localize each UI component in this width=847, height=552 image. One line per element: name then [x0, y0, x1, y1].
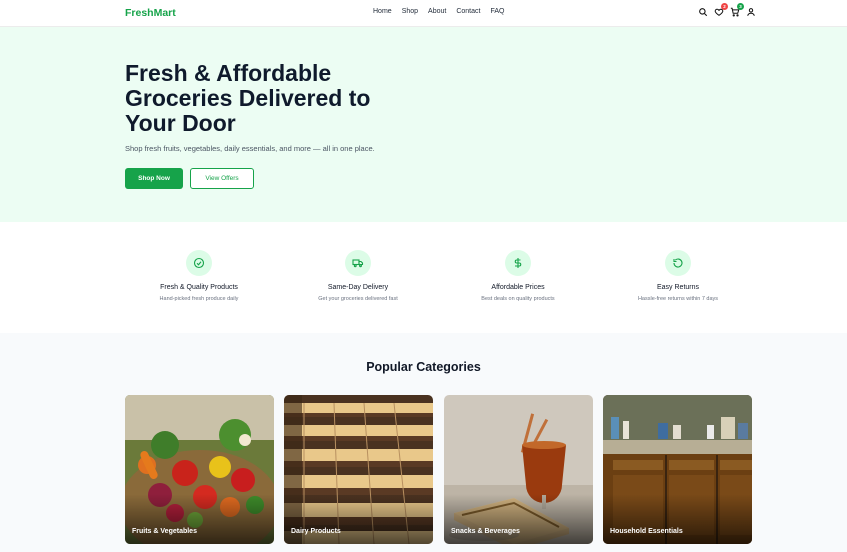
header-actions: 2 3	[698, 3, 756, 17]
main-nav: Home Shop About Contact FAQ	[373, 8, 504, 15]
category-label: Snacks & Beverages	[451, 528, 520, 535]
category-card-snacks-beverages[interactable]: Snacks & Beverages	[444, 395, 593, 544]
search-icon[interactable]	[698, 7, 708, 17]
category-label: Household Essentials	[610, 528, 683, 535]
nav-home[interactable]: Home	[373, 8, 392, 15]
categories-section: Popular Categories Fruits & Vegetables D…	[0, 333, 847, 552]
nav-about[interactable]: About	[428, 8, 446, 15]
brand-logo[interactable]: FreshMart	[125, 7, 176, 19]
category-card-fruits-vegetables[interactable]: Fruits & Vegetables	[125, 395, 274, 544]
card-overlay	[603, 494, 752, 544]
card-overlay	[284, 494, 433, 544]
card-overlay	[444, 494, 593, 544]
feature-title: Same-Day Delivery	[327, 284, 389, 291]
truck-icon	[345, 250, 371, 276]
feature-item: Fresh & Quality Products Hand-picked fre…	[129, 250, 269, 302]
dollar-icon	[505, 250, 531, 276]
cart-count-badge: 3	[737, 3, 744, 10]
feature-title: Fresh & Quality Products	[160, 284, 238, 291]
hero-subtitle: Shop fresh fruits, vegetables, daily ess…	[125, 144, 375, 153]
category-label: Fruits & Vegetables	[132, 528, 197, 535]
hero-section: Fresh & Affordable Groceries Delivered t…	[0, 27, 847, 222]
hero-title: Fresh & Affordable Groceries Delivered t…	[125, 60, 371, 136]
feature-desc: Get your groceries delivered fast	[318, 296, 398, 302]
category-card-dairy-products[interactable]: Dairy Products	[284, 395, 433, 544]
check-circle-icon	[186, 250, 212, 276]
feature-item: Easy Returns Hassle-free returns within …	[608, 250, 748, 302]
cart-icon[interactable]: 3	[730, 3, 744, 17]
category-card-household-essentials[interactable]: Household Essentials	[603, 395, 752, 544]
user-icon[interactable]	[746, 7, 756, 17]
feature-desc: Hassle-free returns within 7 days	[637, 296, 719, 302]
section-title: Popular Categories	[366, 360, 481, 374]
category-label: Dairy Products	[291, 528, 341, 535]
feature-item: Same-Day Delivery Get your groceries del…	[288, 250, 428, 302]
feature-title: Affordable Prices	[491, 284, 545, 291]
heart-icon[interactable]: 2	[714, 3, 728, 17]
nav-shop[interactable]: Shop	[402, 8, 418, 15]
feature-item: Affordable Prices Best deals on quality …	[448, 250, 588, 302]
site-header: FreshMart Home Shop About Contact FAQ 2 …	[0, 0, 847, 27]
feature-desc: Best deals on quality products	[481, 296, 555, 302]
features-section: Fresh & Quality Products Hand-picked fre…	[0, 222, 847, 333]
view-offers-button[interactable]: View Offers	[190, 168, 254, 189]
card-overlay	[125, 494, 274, 544]
refresh-icon	[665, 250, 691, 276]
wishlist-count-badge: 2	[721, 3, 728, 10]
feature-title: Easy Returns	[656, 284, 700, 291]
nav-faq[interactable]: FAQ	[490, 8, 504, 15]
nav-contact[interactable]: Contact	[456, 8, 480, 15]
feature-desc: Hand-picked fresh produce daily	[159, 296, 239, 302]
shop-now-button[interactable]: Shop Now	[125, 168, 183, 189]
